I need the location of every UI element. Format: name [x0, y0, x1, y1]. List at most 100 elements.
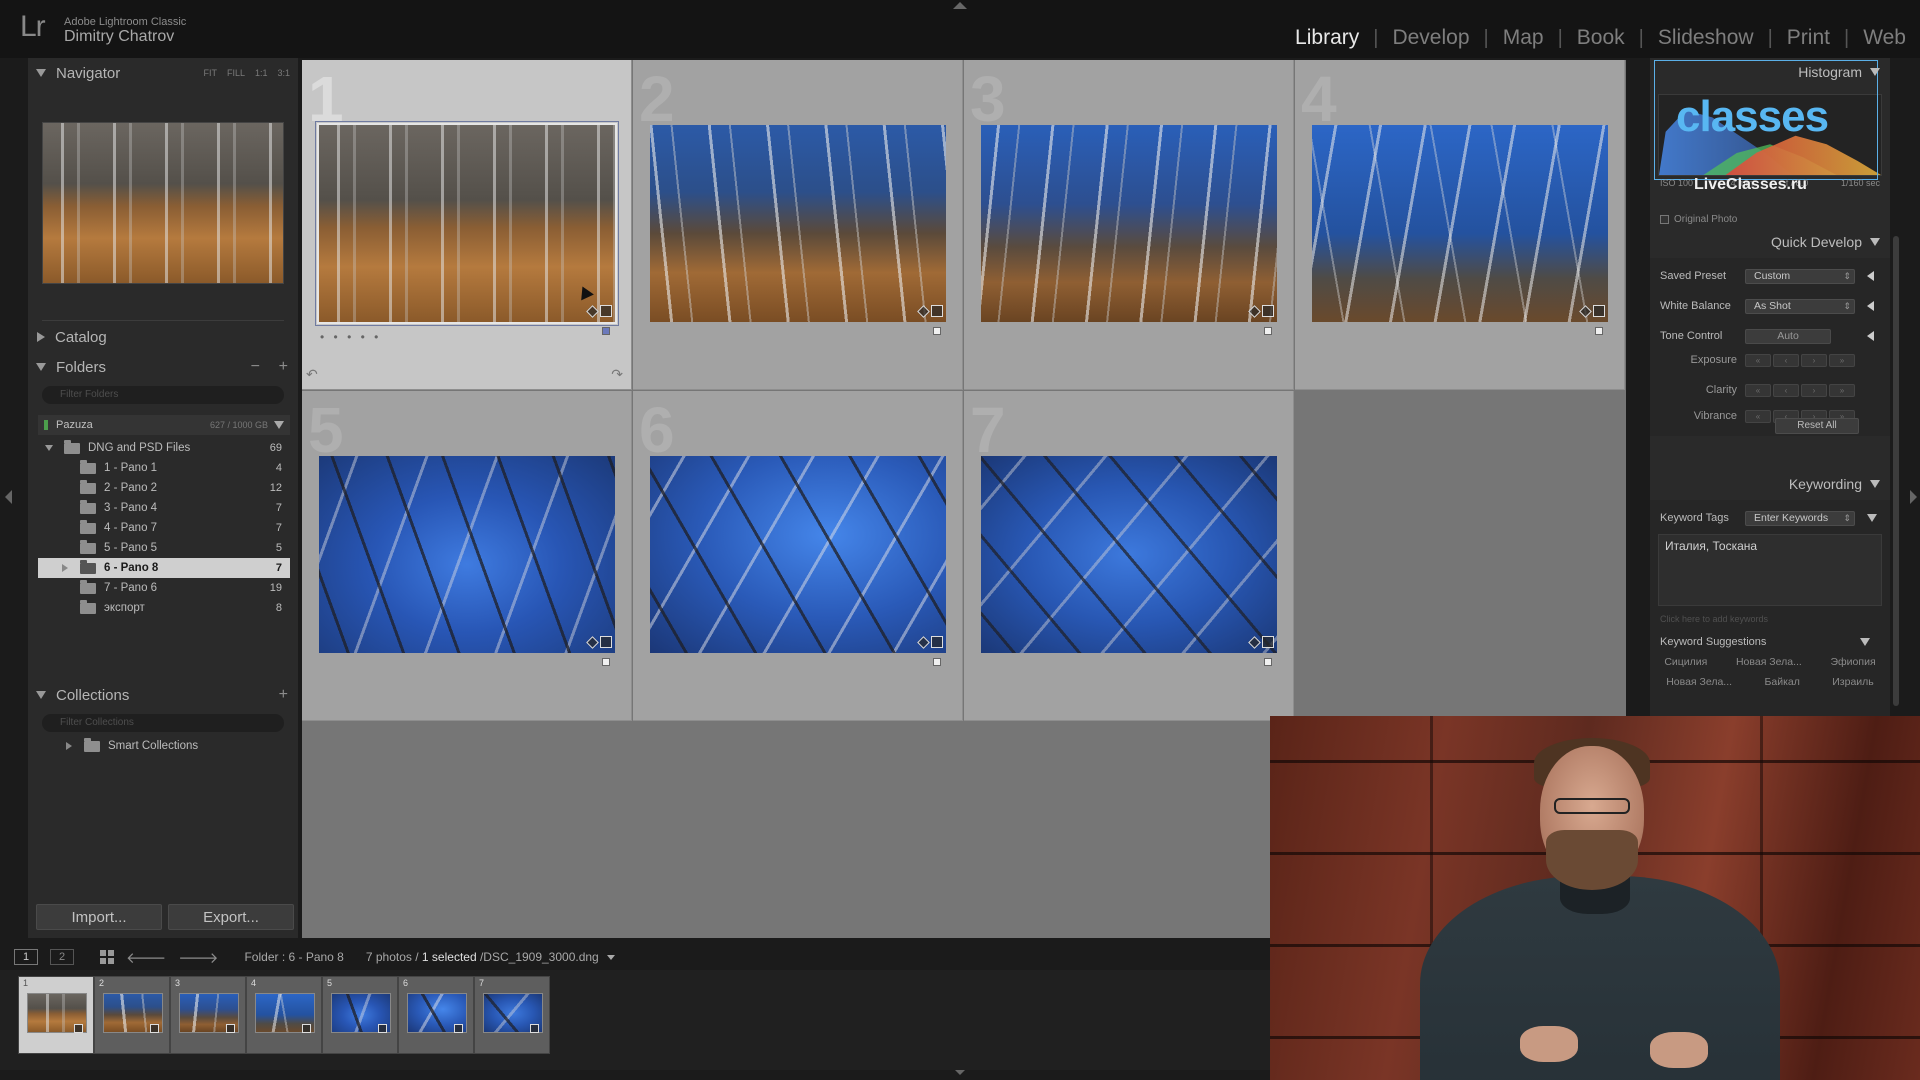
- filmstrip-cell[interactable]: 2: [94, 976, 170, 1054]
- triangle-right-icon[interactable]: [58, 564, 72, 572]
- folder-row[interactable]: 7 - Pano 6 19: [38, 578, 290, 598]
- zoom-option-3-1[interactable]: 3:1: [277, 68, 290, 78]
- main-window-button[interactable]: 1: [14, 949, 38, 965]
- add-folder-button[interactable]: +: [279, 358, 288, 376]
- quick-collection-marker-icon[interactable]: [602, 327, 610, 335]
- module-library[interactable]: Library: [1281, 26, 1373, 50]
- folders-header[interactable]: Folders − +: [28, 352, 298, 382]
- filmstrip-cell[interactable]: 1: [18, 976, 94, 1054]
- crop-badge-icon[interactable]: [600, 636, 612, 648]
- quick-collection-marker-icon[interactable]: [1264, 658, 1272, 666]
- photo-thumbnail[interactable]: [319, 456, 615, 653]
- saved-preset-select[interactable]: Custom: [1745, 268, 1855, 284]
- module-book[interactable]: Book: [1563, 26, 1639, 50]
- left-panel-toggle-icon[interactable]: [5, 490, 12, 504]
- white-balance-select[interactable]: As Shot: [1745, 298, 1855, 314]
- expand-left-icon[interactable]: [1867, 271, 1874, 281]
- crop-badge-icon[interactable]: [1262, 636, 1274, 648]
- keyword-suggestions-header[interactable]: Keyword Suggestions: [1650, 632, 1890, 652]
- triangle-right-icon[interactable]: [62, 742, 76, 750]
- export-button[interactable]: Export...: [168, 904, 294, 930]
- folder-row[interactable]: 2 - Pano 2 12: [38, 478, 290, 498]
- suggested-keyword[interactable]: Байкал: [1764, 676, 1799, 688]
- photo-thumbnail[interactable]: [981, 125, 1277, 322]
- auto-tone-button[interactable]: Auto: [1745, 328, 1831, 344]
- grid-cell[interactable]: 5: [302, 391, 632, 721]
- volume-row[interactable]: Pazuza 627 / 1000 GB: [38, 415, 290, 435]
- folder-row[interactable]: экспорт 8: [38, 598, 290, 618]
- module-map[interactable]: Map: [1489, 26, 1558, 50]
- navigator-preview[interactable]: [42, 122, 284, 284]
- suggested-keyword[interactable]: Новая Зела...: [1666, 676, 1732, 688]
- suggested-keyword[interactable]: Эфиопия: [1831, 656, 1876, 668]
- zoom-option-fit[interactable]: FIT: [203, 68, 217, 78]
- add-collection-button[interactable]: +: [279, 686, 288, 704]
- chevron-down-icon[interactable]: [607, 955, 616, 961]
- navigator-header[interactable]: Navigator FIT FILL 1:1 3:1: [28, 58, 298, 88]
- filmstrip-cell[interactable]: 7: [474, 976, 550, 1054]
- filmstrip-cell[interactable]: 3: [170, 976, 246, 1054]
- keywording-header[interactable]: Keywording: [1650, 470, 1890, 498]
- volume-menu-icon[interactable]: [274, 421, 284, 429]
- folder-row[interactable]: DNG and PSD Files 69: [38, 438, 290, 458]
- import-button[interactable]: Import...: [36, 904, 162, 930]
- remove-folder-button[interactable]: −: [251, 358, 260, 376]
- crop-badge-icon[interactable]: [1593, 305, 1605, 317]
- secondary-window-button[interactable]: 2: [50, 949, 74, 965]
- expand-left-icon[interactable]: [1867, 301, 1874, 311]
- photo-thumbnail[interactable]: [650, 125, 946, 322]
- triangle-down-icon[interactable]: [1867, 514, 1877, 522]
- rotate-left-icon[interactable]: ↶: [306, 366, 318, 383]
- stepper-button-icon[interactable]: ›: [1801, 383, 1827, 397]
- quick-collection-marker-icon[interactable]: [1264, 327, 1272, 335]
- module-develop[interactable]: Develop: [1378, 26, 1483, 50]
- quick-develop-header[interactable]: Quick Develop: [1650, 228, 1890, 256]
- folder-row[interactable]: 4 - Pano 7 7: [38, 518, 290, 538]
- rating-dots-icon[interactable]: • • • • •: [320, 330, 381, 344]
- crop-badge-icon[interactable]: [931, 636, 943, 648]
- photo-thumbnail[interactable]: [1312, 125, 1608, 322]
- triangle-down-icon[interactable]: [42, 445, 56, 451]
- folder-row[interactable]: 5 - Pano 5 5: [38, 538, 290, 558]
- grid-cell[interactable]: 2: [633, 60, 963, 390]
- expand-left-icon[interactable]: [1867, 331, 1874, 341]
- suggested-keyword[interactable]: Израиль: [1832, 676, 1874, 688]
- grid-cell[interactable]: 3: [964, 60, 1294, 390]
- histogram-header[interactable]: Histogram: [1798, 64, 1880, 80]
- grid-cell[interactable]: 7: [964, 391, 1294, 721]
- suggested-keyword[interactable]: Сицилия: [1664, 656, 1707, 668]
- folder-filter-input[interactable]: Filter Folders: [42, 386, 284, 404]
- filmstrip-source[interactable]: Folder : 6 - Pano 8: [244, 950, 343, 964]
- collection-filter-input[interactable]: Filter Collections: [42, 714, 284, 732]
- module-print[interactable]: Print: [1773, 26, 1844, 50]
- keyword-text-area[interactable]: Италия, Тоскана: [1658, 534, 1882, 606]
- crop-badge-icon[interactable]: [1262, 305, 1274, 317]
- crop-badge-icon[interactable]: [931, 305, 943, 317]
- folder-row[interactable]: 1 - Pano 1 4: [38, 458, 290, 478]
- stepper-button-icon[interactable]: »: [1829, 353, 1855, 367]
- arrow-left-icon[interactable]: 🡐: [126, 948, 166, 967]
- suggested-keyword[interactable]: Новая Зела...: [1736, 656, 1802, 668]
- keyword-tags-select[interactable]: Enter Keywords: [1745, 510, 1855, 526]
- right-panel-toggle-icon[interactable]: [1910, 490, 1917, 504]
- crop-badge-icon[interactable]: [600, 305, 612, 317]
- original-photo-checkbox[interactable]: [1660, 215, 1669, 224]
- stepper-button-icon[interactable]: ‹: [1773, 353, 1799, 367]
- collection-set-smart[interactable]: Smart Collections: [38, 736, 290, 756]
- arrow-right-icon[interactable]: 🡒: [178, 948, 218, 967]
- reset-all-button[interactable]: Reset All: [1775, 418, 1859, 434]
- quick-collection-marker-icon[interactable]: [933, 327, 941, 335]
- stepper-button-icon[interactable]: »: [1829, 383, 1855, 397]
- stepper-button-icon[interactable]: ›: [1801, 353, 1827, 367]
- grid-icon[interactable]: [100, 950, 114, 964]
- catalog-header[interactable]: Catalog: [28, 322, 298, 352]
- filmstrip-cell[interactable]: 5: [322, 976, 398, 1054]
- photo-count[interactable]: 7 photos / 1 selected /DSC_1909_3000.dng: [366, 950, 616, 964]
- zoom-option-fill[interactable]: FILL: [227, 68, 245, 78]
- zoom-option-1-1[interactable]: 1:1: [255, 68, 268, 78]
- stepper-button-icon[interactable]: ‹: [1773, 383, 1799, 397]
- filmstrip-cell[interactable]: 4: [246, 976, 322, 1054]
- folder-row[interactable]: 3 - Pano 4 7: [38, 498, 290, 518]
- stepper-button-icon[interactable]: «: [1745, 353, 1771, 367]
- photo-thumbnail[interactable]: [317, 123, 617, 324]
